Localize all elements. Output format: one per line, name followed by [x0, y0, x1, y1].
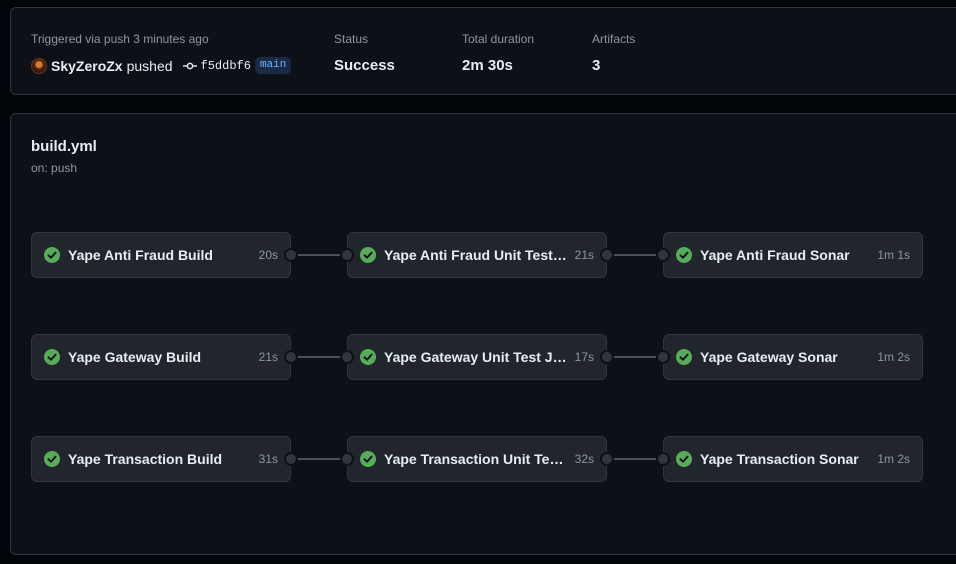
connector-dot [340, 452, 354, 466]
job-card[interactable]: Yape Gateway Sonar 1m 2s [663, 334, 923, 380]
job-connector-line [607, 458, 663, 460]
job-name: Yape Transaction Unit Test J... [384, 451, 571, 467]
check-circle-icon [360, 349, 376, 365]
check-circle-icon [676, 247, 692, 263]
job-duration: 1m 2s [877, 350, 910, 364]
job-name: Yape Gateway Sonar [700, 349, 838, 365]
job-duration: 1m 2s [877, 452, 910, 466]
job-card[interactable]: Yape Anti Fraud Unit Test Jest 21s [347, 232, 607, 278]
check-circle-icon [360, 247, 376, 263]
artifacts-label: Artifacts [592, 32, 636, 46]
connector-dot [340, 350, 354, 364]
status-value: Success [334, 57, 395, 74]
connector-dot [656, 452, 670, 466]
job-name: Yape Anti Fraud Build [68, 247, 213, 263]
trigger-label: Triggered via push 3 minutes ago [31, 32, 209, 46]
duration-block: Total duration 2m 30s [462, 31, 534, 76]
check-circle-icon [360, 451, 376, 467]
check-circle-icon [44, 451, 60, 467]
duration-label: Total duration [462, 32, 535, 46]
artifacts-count-link[interactable]: 3 [592, 56, 635, 76]
check-circle-icon [44, 349, 60, 365]
job-duration: 21s [258, 350, 278, 364]
check-circle-icon [44, 247, 60, 263]
actor-avatar[interactable] [31, 57, 47, 74]
connector-dot [656, 248, 670, 262]
job-card[interactable]: Yape Gateway Unit Test Jest 17s [347, 334, 607, 380]
job-card[interactable]: Yape Anti Fraud Sonar 1m 1s [663, 232, 923, 278]
job-connector-line [291, 254, 347, 256]
check-circle-icon [676, 451, 692, 467]
job-duration: 31s [258, 452, 278, 466]
job-name: Yape Anti Fraud Sonar [700, 247, 850, 263]
branch-label[interactable]: main [254, 57, 292, 74]
job-name: Yape Transaction Build [68, 451, 223, 467]
connector-dot [600, 452, 614, 466]
trigger-info: Triggered via push 3 minutes ago SkyZero… [31, 31, 292, 74]
job-duration: 21s [574, 248, 594, 262]
status-block: Status Success [334, 31, 395, 76]
duration-value: 2m 30s [462, 57, 513, 74]
check-circle-icon [676, 349, 692, 365]
job-connector-line [607, 254, 663, 256]
job-duration: 32s [574, 452, 594, 466]
job-duration: 1m 1s [877, 248, 910, 262]
workflow-title: build.yml [31, 138, 97, 155]
connector-dot [284, 248, 298, 262]
connector-dot [600, 350, 614, 364]
commit-sha-link[interactable]: f5ddbf6 [201, 59, 251, 73]
job-card[interactable]: Yape Transaction Unit Test J... 32s [347, 436, 607, 482]
action-text: pushed [126, 57, 173, 74]
run-summary-panel: Triggered via push 3 minutes ago SkyZero… [10, 7, 956, 95]
job-card[interactable]: Yape Gateway Build 21s [31, 334, 291, 380]
git-commit-icon [182, 59, 197, 73]
workflow-trigger: on: push [31, 161, 78, 175]
job-duration: 20s [258, 248, 278, 262]
artifacts-block: Artifacts 3 [592, 31, 635, 76]
connector-dot [340, 248, 354, 262]
connector-dot [284, 452, 298, 466]
job-card[interactable]: Yape Transaction Build 31s [31, 436, 291, 482]
actor-name-link[interactable]: SkyZeroZx [51, 58, 123, 74]
status-label: Status [334, 32, 369, 46]
job-connector-line [291, 458, 347, 460]
connector-dot [600, 248, 614, 262]
job-card[interactable]: Yape Anti Fraud Build 20s [31, 232, 291, 278]
workflow-graph-panel: build.yml on: push Yape Anti Fraud Build… [10, 113, 956, 555]
job-card[interactable]: Yape Transaction Sonar 1m 2s [663, 436, 923, 482]
job-name: Yape Gateway Unit Test Jest [384, 349, 571, 365]
job-duration: 17s [574, 350, 594, 364]
connector-dot [656, 350, 670, 364]
job-name: Yape Anti Fraud Unit Test Jest [384, 247, 571, 263]
job-connector-line [291, 356, 347, 358]
job-name: Yape Transaction Sonar [700, 451, 859, 467]
job-name: Yape Gateway Build [68, 349, 202, 365]
job-connector-line [607, 356, 663, 358]
connector-dot [284, 350, 298, 364]
